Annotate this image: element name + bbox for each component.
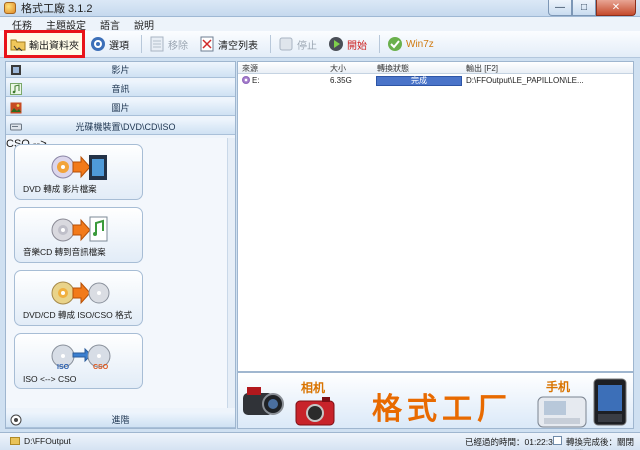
tool-iso-cso[interactable]: ISO CSO ISO <--> CSO (14, 333, 143, 389)
folder-icon (10, 36, 26, 52)
disc-drive-icon (10, 121, 22, 133)
win7z-label: Win7z (406, 38, 434, 50)
category-video-label: 影片 (111, 65, 130, 75)
row-status-progress: 完成 (376, 76, 462, 86)
win7z-button[interactable]: Win7z (384, 33, 437, 55)
output-folder-button[interactable]: 輸出資料夾 (4, 30, 85, 58)
tool-cd-to-audio[interactable]: 音樂CD 轉到音訊檔案 (14, 207, 143, 263)
dvd-to-iso-icon (51, 281, 110, 305)
title-bar: 格式工廠 3.1.2 — □ ✕ (0, 0, 640, 17)
disc-icon (242, 76, 250, 84)
menu-task[interactable]: 任務 (12, 17, 32, 32)
category-rom-device[interactable]: 光碟機裝置\DVD\CD\ISO (6, 119, 235, 135)
window-controls: — □ ✕ (548, 0, 636, 16)
banner-title: 格式工厂 (372, 393, 512, 426)
remove-label: 移除 (168, 40, 188, 52)
options-icon (90, 36, 106, 52)
menu-language[interactable]: 語言 (100, 17, 120, 32)
row-size: 6.35G (330, 76, 352, 85)
dvd-to-video-icon (51, 155, 107, 180)
row-source: E: (242, 76, 260, 85)
elapsed-time: 已經過的時間：01:22:34 (465, 437, 558, 447)
clear-list-button[interactable]: 清空列表 (196, 33, 261, 55)
column-status[interactable]: 轉換狀態 (377, 63, 409, 74)
picture-icon (10, 102, 22, 114)
clear-list-icon (199, 36, 215, 52)
category-audio[interactable]: 音訊 (6, 81, 235, 97)
status-bar: D:\FFOutput 已經過的時間：01:22:34 轉換完成後：關閉電腦 (0, 432, 640, 450)
table-header: 來源 大小 轉換狀態 輸出 [F2] (238, 62, 633, 74)
start-icon (328, 36, 344, 52)
promo-banner: 相机 格式工厂 手机 (237, 372, 634, 429)
remove-button[interactable]: 移除 (146, 33, 191, 55)
column-source[interactable]: 來源 (242, 63, 258, 74)
minimize-button[interactable]: — (548, 0, 572, 16)
maximize-button[interactable]: □ (572, 0, 596, 16)
options-label: 選項 (109, 40, 129, 52)
folder-icon (10, 437, 20, 445)
film-icon (10, 64, 22, 76)
task-table: 來源 大小 轉換狀態 輸出 [F2] E: 6.35G 完成 D:\FFOutp… (237, 61, 634, 372)
pda-phone-icon (537, 396, 587, 428)
toolbar-separator (270, 35, 271, 53)
cso-badge: CSO (93, 364, 109, 371)
tool-dvd-to-video[interactable]: DVD 轉成 影片檔案 (14, 144, 143, 200)
menu-bar: 任務 主題設定 語言 說明 (0, 17, 640, 32)
stop-button[interactable]: 停止 (275, 33, 320, 55)
after-convert-checkbox[interactable] (553, 436, 562, 445)
tool-dvd-cd-to-iso-label: DVD/CD 轉成 ISO/CSO 格式 (23, 310, 133, 320)
window-title: 格式工廠 3.1.2 (21, 3, 93, 15)
category-advanced-label: 進階 (111, 415, 130, 425)
tool-cd-to-audio-label: 音樂CD 轉到音訊檔案 (23, 247, 106, 257)
iso-badge: ISO (57, 364, 70, 371)
menu-theme[interactable]: 主題設定 (46, 17, 86, 32)
left-panel: 影片 音訊 圖片 光碟機裝置\DVD\CD\ISO DVD 轉成 影片檔案 音樂… (5, 61, 236, 429)
column-output[interactable]: 輸出 [F2] (466, 63, 498, 74)
tool-list-scrollbar[interactable] (227, 138, 235, 408)
camera-icon (295, 397, 335, 426)
clear-list-label: 清空列表 (218, 40, 258, 52)
remove-icon (149, 36, 165, 52)
category-video[interactable]: 影片 (6, 62, 235, 78)
tool-iso-cso-label: ISO <--> CSO (23, 374, 77, 384)
row-output: D:\FFOutput\LE_PAPILLON\LE... (466, 76, 584, 85)
category-image[interactable]: 圖片 (6, 100, 235, 116)
toolbar: 輸出資料夾 選項 移除 清空列表 停止 開始 Win7z (0, 30, 640, 58)
camcorder-icon (243, 387, 284, 415)
gear-icon (10, 414, 22, 426)
output-folder-label: 輸出資料夾 (29, 40, 79, 52)
tool-dvd-to-video-label: DVD 轉成 影片檔案 (23, 184, 97, 194)
music-note-icon (10, 83, 22, 95)
after-convert-label: 轉換完成後：關閉電腦 (566, 437, 635, 450)
tool-dvd-cd-to-iso[interactable]: DVD/CD 轉成 ISO/CSO 格式 (14, 270, 143, 326)
camera-label: 相机 (301, 381, 326, 395)
menu-help[interactable]: 說明 (134, 17, 154, 32)
toolbar-separator (141, 35, 142, 53)
iso-cso-icon: ISO CSO (51, 344, 111, 371)
output-path[interactable]: D:\FFOutput (24, 436, 71, 446)
toolbar-separator (379, 35, 380, 53)
category-image-label: 圖片 (111, 103, 130, 113)
close-button[interactable]: ✕ (596, 0, 636, 16)
stop-icon (278, 36, 294, 52)
tool-cards-area: DVD 轉成 影片檔案 音樂CD 轉到音訊檔案 DVD/CD 轉成 ISO/CS… (6, 138, 235, 408)
cd-to-audio-icon (51, 216, 108, 242)
start-label: 開始 (347, 40, 367, 52)
options-button[interactable]: 選項 (87, 33, 132, 55)
column-size[interactable]: 大小 (330, 63, 346, 74)
app-icon (4, 2, 16, 14)
smartphone-icon (593, 378, 627, 426)
table-row[interactable]: E: 6.35G 完成 D:\FFOutput\LE_PAPILLON\LE..… (238, 75, 633, 87)
category-rom-label: 光碟機裝置\DVD\CD\ISO (75, 122, 176, 132)
category-advanced[interactable]: 進階 (6, 412, 235, 428)
stop-label: 停止 (297, 40, 317, 52)
start-button[interactable]: 開始 (325, 33, 370, 55)
row-source-text: E: (252, 76, 260, 85)
category-audio-label: 音訊 (111, 84, 130, 94)
win7z-icon (387, 36, 403, 52)
